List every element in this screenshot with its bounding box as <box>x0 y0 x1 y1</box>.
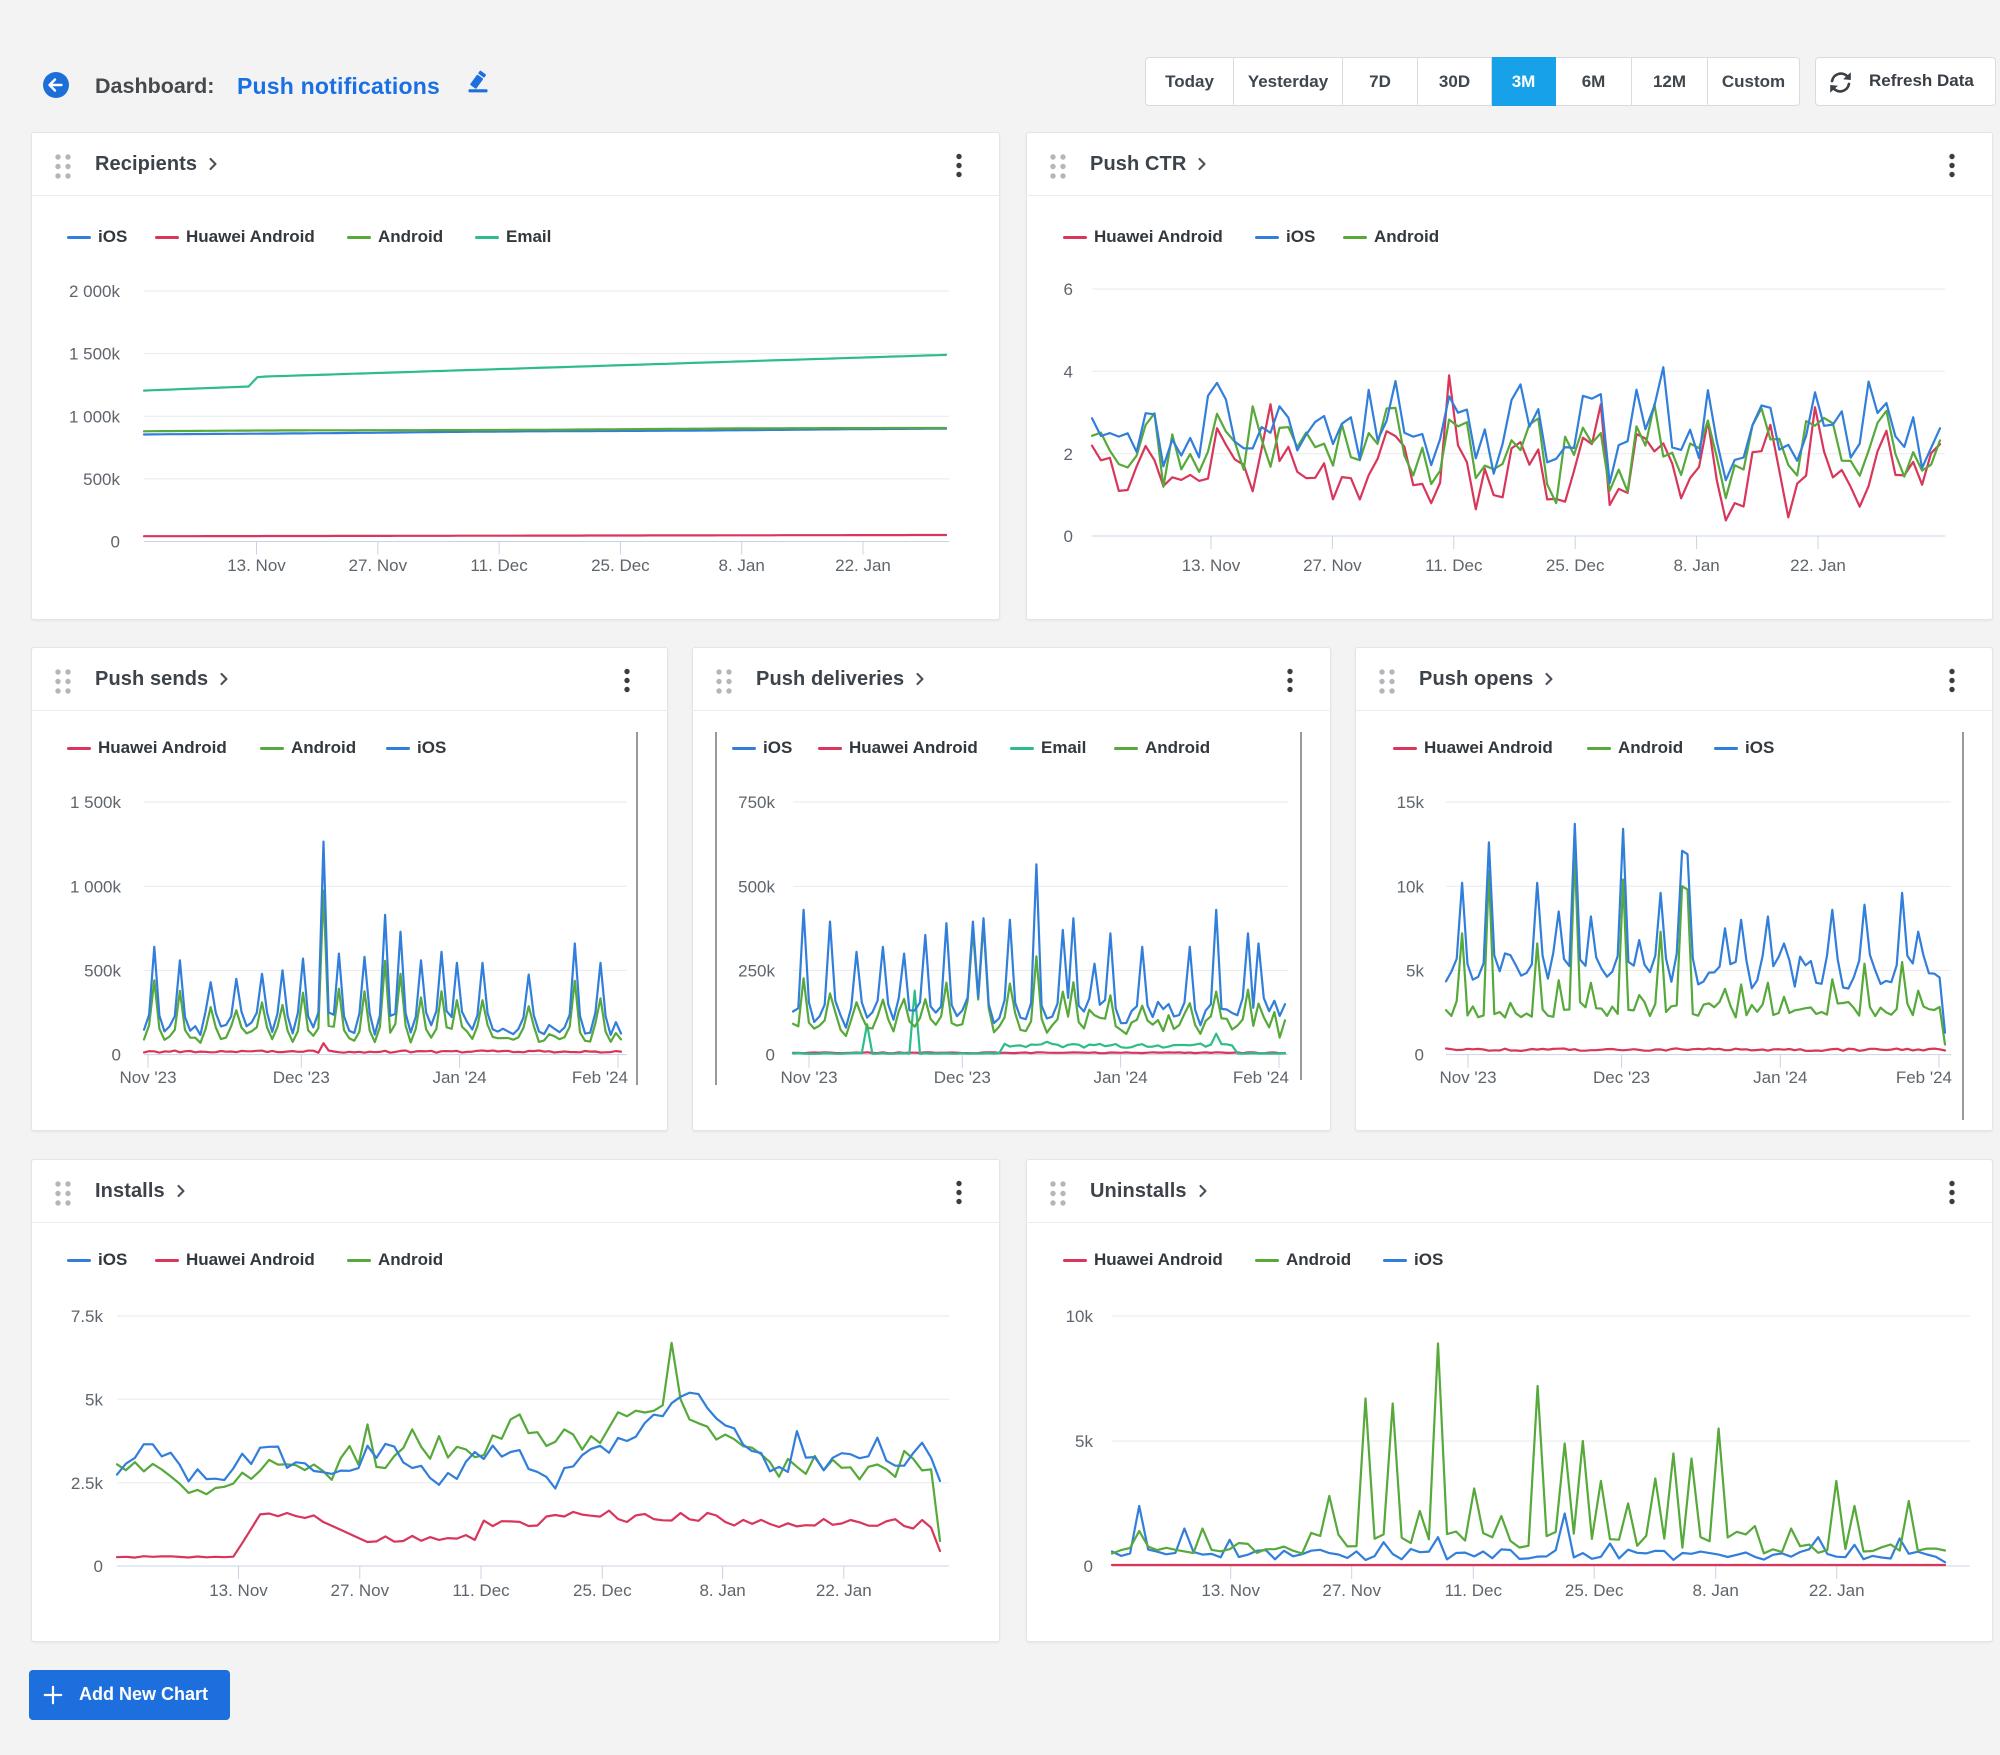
svg-text:1 000k: 1 000k <box>69 407 121 426</box>
svg-text:0: 0 <box>1084 1557 1093 1576</box>
svg-text:8. Jan: 8. Jan <box>1693 1581 1739 1600</box>
svg-text:2 000k: 2 000k <box>69 282 121 301</box>
svg-text:Nov '23: Nov '23 <box>780 1068 837 1087</box>
svg-text:Jan '24: Jan '24 <box>1093 1068 1147 1087</box>
svg-text:0: 0 <box>112 1046 121 1065</box>
svg-text:10k: 10k <box>1066 1307 1094 1326</box>
svg-text:1 500k: 1 500k <box>70 793 122 812</box>
svg-text:Feb '24: Feb '24 <box>572 1068 628 1087</box>
svg-text:8. Jan: 8. Jan <box>1673 556 1719 575</box>
svg-text:500k: 500k <box>738 877 775 896</box>
svg-text:11. Dec: 11. Dec <box>452 1581 510 1600</box>
svg-text:2.5k: 2.5k <box>71 1474 104 1493</box>
svg-text:15k: 15k <box>1397 793 1425 812</box>
svg-text:13. Nov: 13. Nov <box>209 1581 268 1600</box>
svg-text:8. Jan: 8. Jan <box>699 1581 745 1600</box>
svg-text:Jan '24: Jan '24 <box>432 1068 486 1087</box>
svg-text:1 000k: 1 000k <box>70 877 122 896</box>
svg-text:27. Nov: 27. Nov <box>331 1581 390 1600</box>
svg-text:0: 0 <box>111 533 120 552</box>
svg-text:22. Jan: 22. Jan <box>835 556 891 575</box>
svg-text:27. Nov: 27. Nov <box>1303 556 1362 575</box>
svg-text:22. Jan: 22. Jan <box>1790 556 1846 575</box>
svg-text:13. Nov: 13. Nov <box>1182 556 1241 575</box>
svg-text:0: 0 <box>1415 1046 1424 1065</box>
svg-text:10k: 10k <box>1397 877 1425 896</box>
svg-text:5k: 5k <box>85 1390 103 1409</box>
svg-text:5k: 5k <box>1406 962 1424 981</box>
svg-text:25. Dec: 25. Dec <box>573 1581 632 1600</box>
svg-text:25. Dec: 25. Dec <box>1546 556 1605 575</box>
svg-text:Feb '24: Feb '24 <box>1233 1068 1289 1087</box>
svg-text:27. Nov: 27. Nov <box>1322 1581 1381 1600</box>
svg-text:25. Dec: 25. Dec <box>591 556 650 575</box>
svg-text:500k: 500k <box>83 470 120 489</box>
svg-text:6: 6 <box>1064 280 1073 299</box>
svg-text:7.5k: 7.5k <box>71 1307 104 1326</box>
svg-text:11. Dec: 11. Dec <box>470 556 528 575</box>
svg-text:13. Nov: 13. Nov <box>227 556 286 575</box>
svg-text:250k: 250k <box>738 962 775 981</box>
svg-text:22. Jan: 22. Jan <box>816 1581 872 1600</box>
svg-text:Jan '24: Jan '24 <box>1753 1068 1807 1087</box>
svg-text:1 500k: 1 500k <box>69 345 121 364</box>
svg-text:0: 0 <box>94 1557 103 1576</box>
svg-text:27. Nov: 27. Nov <box>349 556 408 575</box>
svg-text:750k: 750k <box>738 793 775 812</box>
svg-text:0: 0 <box>1064 527 1073 546</box>
svg-text:500k: 500k <box>84 962 121 981</box>
svg-text:25. Dec: 25. Dec <box>1565 1581 1624 1600</box>
svg-text:0: 0 <box>766 1046 775 1065</box>
svg-text:22. Jan: 22. Jan <box>1809 1581 1865 1600</box>
svg-text:11. Dec: 11. Dec <box>1425 556 1483 575</box>
svg-text:Nov '23: Nov '23 <box>119 1068 176 1087</box>
svg-text:5k: 5k <box>1075 1432 1093 1451</box>
svg-text:Dec '23: Dec '23 <box>934 1068 991 1087</box>
svg-text:Dec '23: Dec '23 <box>273 1068 330 1087</box>
svg-text:Feb '24: Feb '24 <box>1896 1068 1952 1087</box>
svg-text:4: 4 <box>1064 362 1073 381</box>
svg-text:11. Dec: 11. Dec <box>1445 1581 1503 1600</box>
svg-text:2: 2 <box>1064 445 1073 464</box>
svg-text:Nov '23: Nov '23 <box>1439 1068 1496 1087</box>
svg-text:8. Jan: 8. Jan <box>719 556 765 575</box>
svg-text:13. Nov: 13. Nov <box>1201 1581 1260 1600</box>
svg-text:Dec '23: Dec '23 <box>1593 1068 1650 1087</box>
